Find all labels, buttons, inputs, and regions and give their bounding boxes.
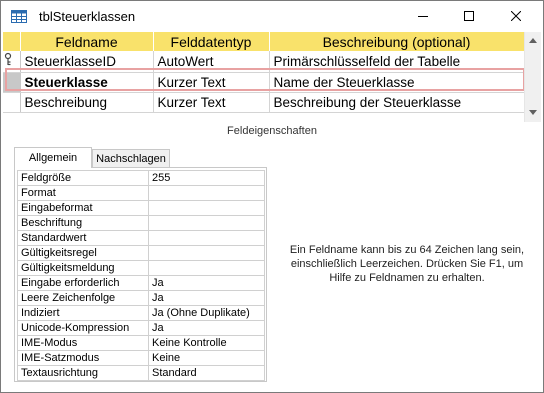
field-name-cell[interactable]: SteuerklasseID [20, 51, 154, 73]
table-icon [11, 10, 27, 23]
minimize-button[interactable] [400, 1, 446, 31]
window-title: tblSteuerklassen [39, 9, 136, 24]
title-bar[interactable]: tblSteuerklassen [1, 1, 543, 31]
table-row[interactable]: Steuerklasse Kurzer Text Name der Steuer… [3, 72, 525, 93]
minimize-icon [418, 16, 428, 17]
field-type-cell[interactable]: Kurzer Text [153, 72, 270, 93]
field-description-cell[interactable]: Name der Steuerklasse [269, 72, 525, 93]
property-name: Unicode-Kompression [17, 320, 149, 336]
property-name: Leere Zeichenfolge [17, 290, 149, 306]
property-value[interactable] [148, 200, 265, 216]
row-selector[interactable] [3, 72, 21, 93]
property-name: Format [17, 185, 149, 201]
property-row[interactable]: Gültigkeitsmeldung [17, 260, 265, 276]
column-header-felddatentyp[interactable]: Felddatentyp [153, 32, 270, 51]
property-name: Gültigkeitsmeldung [17, 260, 149, 276]
help-text: Ein Feldname kann bis zu 64 Zeichen lang… [289, 244, 525, 284]
close-icon [511, 11, 521, 21]
table-row[interactable]: SteuerklasseID AutoWert Primärschlüsself… [3, 51, 525, 73]
tab-allgemein[interactable]: Allgemein [14, 147, 92, 168]
close-button[interactable] [493, 1, 539, 31]
column-header-feldname[interactable]: Feldname [20, 32, 154, 51]
property-value[interactable] [148, 230, 265, 246]
property-name: Indiziert [17, 305, 149, 321]
property-value[interactable]: Keine [148, 350, 265, 366]
property-value[interactable]: Keine Kontrolle [148, 335, 265, 351]
property-row[interactable]: Standardwert [17, 230, 265, 246]
property-value[interactable] [148, 215, 265, 231]
property-value[interactable]: Ja (Ohne Duplikate) [148, 305, 265, 321]
field-description-cell[interactable]: Beschreibung der Steuerklasse [269, 92, 525, 113]
row-selector[interactable] [3, 51, 21, 73]
property-value[interactable]: Ja [148, 275, 265, 291]
property-value[interactable]: Ja [148, 320, 265, 336]
property-row[interactable]: Gültigkeitsregel [17, 245, 265, 261]
property-value[interactable] [148, 185, 265, 201]
property-row[interactable]: IME-Modus Keine Kontrolle [17, 335, 265, 351]
property-name: Textausrichtung [17, 365, 149, 381]
column-header-beschreibung[interactable]: Beschreibung (optional) [269, 32, 525, 51]
property-value[interactable] [148, 260, 265, 276]
property-row[interactable]: Format [17, 185, 265, 201]
property-row[interactable]: Feldgröße 255 [17, 170, 265, 186]
selector-header [3, 32, 21, 51]
property-name: Eingabeformat [17, 200, 149, 216]
property-row[interactable]: Beschriftung [17, 215, 265, 231]
property-value[interactable] [148, 245, 265, 261]
tab-nachschlagen[interactable]: Nachschlagen [92, 149, 170, 168]
property-value[interactable]: Standard [148, 365, 265, 381]
property-row[interactable]: Leere Zeichenfolge Ja [17, 290, 265, 306]
scroll-down-icon[interactable] [529, 110, 537, 115]
property-name: Feldgröße [17, 170, 149, 186]
property-row[interactable]: Textausrichtung Standard [17, 365, 265, 381]
header-row: Feldname Felddatentyp Beschreibung (opti… [3, 32, 525, 51]
property-row[interactable]: IME-Satzmodus Keine [17, 350, 265, 366]
maximize-button[interactable] [446, 1, 492, 31]
property-value[interactable]: Ja [148, 290, 265, 306]
properties-panel: Feldgröße 255 Format Eingabeformat Beschr… [14, 167, 267, 382]
property-name: IME-Satzmodus [17, 350, 149, 366]
property-name: Standardwert [17, 230, 149, 246]
property-name: IME-Modus [17, 335, 149, 351]
field-name-cell[interactable]: Beschreibung [20, 92, 154, 113]
property-name: Beschriftung [17, 215, 149, 231]
field-type-cell[interactable]: AutoWert [153, 51, 270, 73]
property-name: Gültigkeitsregel [17, 245, 149, 261]
row-selector[interactable] [3, 92, 21, 113]
table-row[interactable]: Beschreibung Kurzer Text Beschreibung de… [3, 92, 525, 113]
properties-table: Feldgröße 255 Format Eingabeformat Beschr… [17, 170, 265, 381]
primary-key-icon [4, 52, 12, 66]
property-name: Eingabe erforderlich [17, 275, 149, 291]
vertical-scrollbar[interactable] [524, 32, 541, 122]
fields-table: Feldname Felddatentyp Beschreibung (opti… [3, 32, 525, 113]
scroll-up-icon[interactable] [529, 38, 537, 43]
field-name-cell[interactable]: Steuerklasse [20, 72, 154, 93]
field-properties-label: Feldeigenschaften [227, 125, 317, 137]
field-grid: Feldname Felddatentyp Beschreibung (opti… [3, 32, 541, 124]
maximize-icon [464, 11, 474, 21]
property-row[interactable]: Eingabeformat [17, 200, 265, 216]
property-row[interactable]: Eingabe erforderlich Ja [17, 275, 265, 291]
property-value[interactable]: 255 [148, 170, 265, 186]
table-design-window: tblSteuerklassen Feldname Felddatentyp B… [0, 0, 544, 393]
property-row[interactable]: Indiziert Ja (Ohne Duplikate) [17, 305, 265, 321]
property-row[interactable]: Unicode-Kompression Ja [17, 320, 265, 336]
field-type-cell[interactable]: Kurzer Text [153, 92, 270, 113]
field-description-cell[interactable]: Primärschlüsselfeld der Tabelle [269, 51, 525, 73]
